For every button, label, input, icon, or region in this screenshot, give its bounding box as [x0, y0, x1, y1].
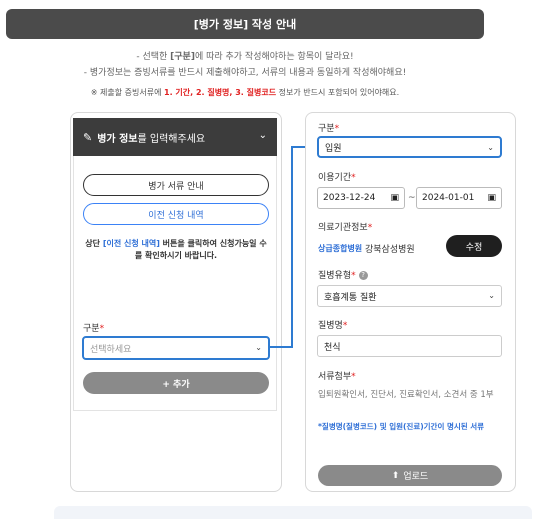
page-title: [병가 정보] 작성 안내	[6, 9, 484, 39]
doc-attach-description: 입퇴원확인서, 진단서, 진료확인서, 소견서 중 1부	[318, 390, 494, 400]
notice-line-3-prefix: ※ 제출할 증빙서류에	[90, 88, 165, 97]
notice-line-3: ※ 제출할 증빙서류에 1. 기간, 2. 질병명, 3. 질병코드 정보가 반…	[6, 87, 484, 98]
notice-line-3-red: 1. 기간, 2. 질병명, 3. 질병코드	[164, 88, 277, 97]
notice-line-1-suffix: 에 따라 추가 작성해야하는 항목이 달라요!	[194, 52, 354, 62]
hospital-label-text: 의료기관정보	[318, 223, 368, 233]
left-panel-title-rest: 를 입력해주세요	[137, 133, 206, 145]
category-select[interactable]: 선택하세요 ⌄	[82, 336, 270, 360]
upload-button-label: 업로드	[403, 472, 429, 482]
disease-name-label: 질병명*	[318, 318, 347, 331]
start-date-value: 2023-12-24	[323, 193, 376, 203]
left-panel-header[interactable]: ✎ 병가 정보 를 입력해주세요 ⌄	[73, 118, 277, 156]
bottom-section	[54, 506, 532, 519]
disease-type-label: 질병유형*?	[318, 268, 368, 281]
connector-line	[291, 146, 293, 348]
end-date-input[interactable]: 2024-01-01 ▣	[416, 187, 502, 209]
start-date-input[interactable]: 2023-12-24 ▣	[317, 187, 405, 209]
hint-link: [이전 신청 내역]	[102, 239, 160, 248]
required-mark: *	[367, 223, 373, 233]
disease-name-input[interactable]: 천식	[317, 335, 502, 357]
add-button[interactable]: + 추가	[83, 372, 269, 394]
end-date-value: 2024-01-01	[422, 193, 475, 203]
left-category-label-text: 구분	[83, 324, 100, 334]
disease-type-label-text: 질병유형	[318, 271, 352, 281]
chevron-down-icon: ⌄	[488, 291, 495, 300]
period-separator: ~	[408, 193, 416, 203]
notice-line-2: - 병가정보는 증빙서류를 반드시 제출해야하고, 서류의 내용과 동일하게 작…	[83, 68, 407, 78]
left-category-label: 구분*	[83, 321, 104, 334]
chevron-down-icon: ⌄	[487, 143, 494, 152]
doc-attach-label: 서류첨부*	[318, 369, 356, 382]
calendar-icon[interactable]: ▣	[487, 193, 496, 203]
disease-name-value: 천식	[324, 342, 341, 353]
calendar-icon[interactable]: ▣	[390, 193, 399, 203]
connector-line	[270, 346, 293, 348]
right-category-label-text: 구분	[318, 124, 335, 134]
hospital-label: 의료기관정보*	[318, 220, 372, 233]
upload-button[interactable]: ⬆ 업로드	[318, 465, 502, 486]
required-mark: *	[351, 372, 356, 382]
required-mark: *	[351, 271, 356, 281]
notice-line-1-prefix: - 선택한	[136, 52, 171, 62]
chevron-down-icon: ⌄	[255, 343, 262, 352]
required-mark: *	[342, 321, 348, 331]
doc-attach-note: *질병명(질병코드) 및 입원(진료)기간이 명시된 서류	[318, 422, 485, 431]
required-mark: *	[351, 173, 356, 183]
sick-leave-doc-guide-button[interactable]: 병가 서류 안내	[83, 174, 269, 196]
hint-text: 상단 [이전 신청 내역] 버튼을 클릭하여 신청가능일 수를 확인하시기 바랍…	[83, 238, 269, 262]
upload-icon: ⬆	[391, 470, 400, 481]
previous-requests-button[interactable]: 이전 신청 내역	[83, 203, 269, 225]
left-panel-title-bold: 병가 정보	[97, 133, 138, 145]
hint-prefix: 상단	[85, 239, 103, 248]
category-select-placeholder: 선택하세요	[90, 344, 132, 355]
right-category-value: 입원	[325, 143, 342, 154]
right-category-label: 구분*	[318, 121, 339, 134]
pencil-icon: ✎	[83, 130, 93, 144]
chevron-down-icon[interactable]: ⌄	[259, 130, 267, 141]
period-label: 이용기간*	[318, 170, 356, 183]
help-circle-icon[interactable]: ?	[358, 271, 368, 280]
disease-name-label-text: 질병명	[318, 321, 343, 331]
right-category-select[interactable]: 입원 ⌄	[317, 136, 502, 158]
disease-type-value: 호흡계통 질환	[324, 292, 377, 303]
period-label-text: 이용기간	[318, 173, 352, 183]
required-mark: *	[334, 124, 340, 134]
notice-line-1: - 선택한 [구분]에 따라 추가 작성해야하는 항목이 달라요!	[6, 49, 484, 62]
hospital-type: 상급종합병원	[318, 244, 363, 253]
edit-hospital-button[interactable]: 수정	[446, 235, 502, 257]
disease-type-select[interactable]: 호흡계통 질환 ⌄	[317, 285, 502, 307]
required-mark: *	[99, 324, 105, 334]
notice-line-1-bold: [구분]	[170, 52, 195, 62]
hospital-name: 강북삼성병원	[365, 245, 415, 255]
notice-line-3-suffix: 정보가 반드시 포함되어 있어야해요.	[276, 88, 400, 97]
doc-attach-label-text: 서류첨부	[318, 372, 352, 382]
